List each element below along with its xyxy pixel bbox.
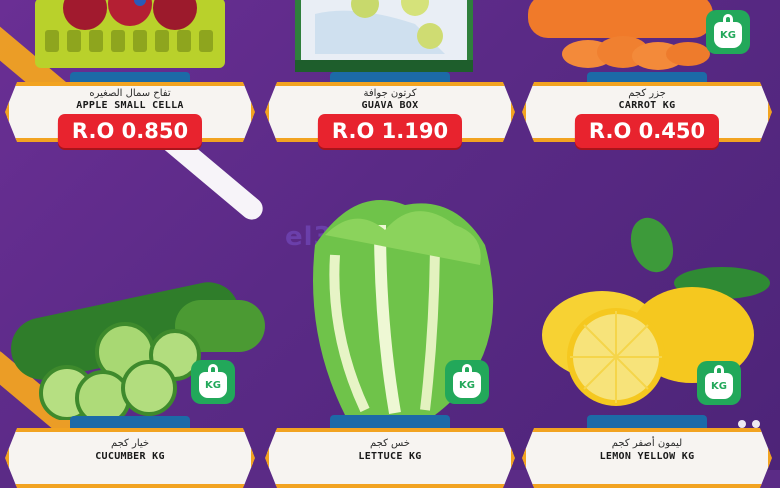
guava-box-image <box>295 0 475 80</box>
carrot-image <box>528 0 718 80</box>
product-card-guava[interactable]: كرتون جوافة GUAVA BOX R.O 1.190 <box>265 0 515 160</box>
kg-badge-icon: KG <box>706 10 750 54</box>
kg-label: KG <box>459 379 475 391</box>
price-tag: R.O 0.850 <box>57 114 203 148</box>
apple-crate-image <box>35 0 225 70</box>
product-name-en: LETTUCE KG <box>358 451 422 462</box>
product-name-en: CUCUMBER KG <box>95 451 165 462</box>
product-name-ar: خس كجم <box>370 438 410 449</box>
carousel-dot[interactable] <box>738 420 746 428</box>
product-card-apple[interactable]: تفاح سمال الصغيره APPLE SMALL CELLA R.O … <box>5 0 255 160</box>
product-card-lemon[interactable]: KG ليمون أصفر كجم LEMON YELLOW KG <box>522 215 772 470</box>
product-name-ar: تفاح سمال الصغيره <box>89 88 171 99</box>
product-card-cucumber[interactable]: KG خيار كجم CUCUMBER KG <box>5 260 265 470</box>
product-name-ar: كرتون جوافة <box>363 88 417 99</box>
price-tag: R.O 1.190 <box>317 114 463 148</box>
kg-badge-icon: KG <box>697 361 741 405</box>
price-tag: R.O 0.450 <box>574 114 720 148</box>
carousel-dots <box>738 420 760 428</box>
product-name-en: LEMON YELLOW KG <box>599 451 695 462</box>
product-name-en: GUAVA BOX <box>361 100 419 111</box>
product-name-ar: جزر كجم <box>628 88 666 99</box>
product-name-en: CARROT KG <box>618 100 676 111</box>
carousel-dot[interactable] <box>752 420 760 428</box>
product-card-carrot[interactable]: KG جزر كجم CARROT KG R.O 0.450 <box>522 0 772 160</box>
kg-label: KG <box>720 29 736 41</box>
kg-label: KG <box>711 380 727 392</box>
kg-label: KG <box>205 379 221 391</box>
kg-badge-icon: KG <box>191 360 235 404</box>
product-name-en: APPLE SMALL CELLA <box>76 100 184 111</box>
product-card-lettuce[interactable]: KG خس كجم LETTUCE KG <box>265 185 515 470</box>
product-name-ar: ليمون أصفر كجم <box>611 438 683 449</box>
product-name-ar: خيار كجم <box>110 438 150 449</box>
kg-badge-icon: KG <box>445 360 489 404</box>
